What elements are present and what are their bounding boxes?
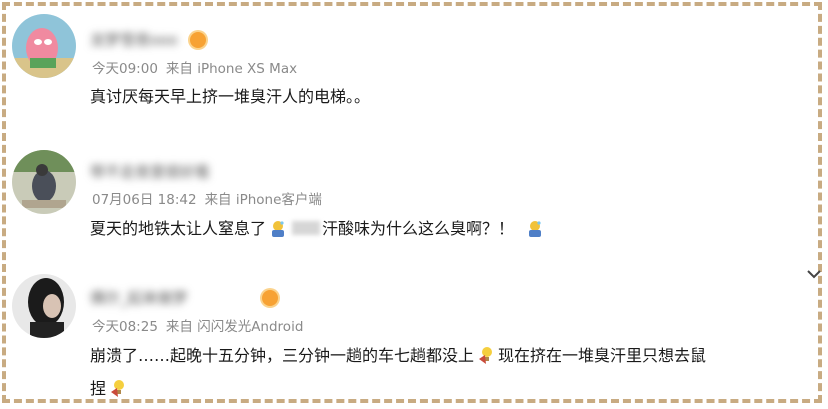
comment-meta: 今天08:25 来自 闪闪发光Android <box>92 318 311 336</box>
comment-meta: 今天09:00 来自 iPhone XS Max <box>92 60 305 78</box>
comment-source: 来自 iPhone XS Max <box>165 61 298 77</box>
doge-emoji-icon <box>479 347 493 364</box>
comment-source: 来自 iPhone客户端 <box>204 192 322 208</box>
blurred-word <box>292 221 321 235</box>
comment-meta: 07月06日 18:42 来自 iPhone客户端 <box>92 191 330 209</box>
username[interactable]: 龙梦雪夜ooo <box>90 30 178 50</box>
comment-text-part: 崩溃了……起晚十五分钟，三分钟一趟的车七趟都没上 <box>90 346 475 365</box>
avatar[interactable] <box>12 274 76 338</box>
username[interactable]: 带不走夜里很好看 <box>90 162 210 182</box>
comment-text-part: 汗酸味为什么这么臭啊？！ <box>322 219 515 238</box>
comment-text: 真讨厌每天早上挤一堆臭汗人的电梯。。 <box>90 84 370 110</box>
comment-time: 今天09:00 <box>92 61 158 77</box>
comment-source: 来自 闪闪发光Android <box>165 319 304 335</box>
comment-text: 夏天的地铁太让人窒息了 汗酸味为什么这么臭啊？！ <box>90 216 547 242</box>
comment-text-part: 现在挤在一堆臭汗里只想去鼠 <box>498 346 707 365</box>
avatar[interactable] <box>12 150 76 214</box>
doge-emoji-icon <box>111 380 125 397</box>
vip-badge-icon <box>190 32 206 48</box>
sweat-emoji-icon <box>272 221 285 237</box>
comment-text: 捏 <box>90 376 130 402</box>
comment-text-part: 夏天的地铁太让人窒息了 <box>90 219 267 238</box>
comment-time: 今天08:25 <box>92 319 158 335</box>
avatar[interactable] <box>12 14 76 78</box>
vip-badge-icon <box>262 290 278 306</box>
username[interactable]: 偶尔_起来做梦 <box>90 288 188 308</box>
comment-time: 07月06日 18:42 <box>92 192 197 208</box>
comment-text: 崩溃了……起晚十五分钟，三分钟一趟的车七趟都没上 现在挤在一堆臭汗里只想去鼠 <box>90 343 706 369</box>
chevron-down-icon[interactable] <box>806 268 822 282</box>
comment-text-part: 捏 <box>90 379 107 398</box>
sweat-emoji-icon <box>529 221 542 237</box>
comment-text-part: 真讨厌每天早上挤一堆臭汗人的电梯。。 <box>90 87 371 106</box>
